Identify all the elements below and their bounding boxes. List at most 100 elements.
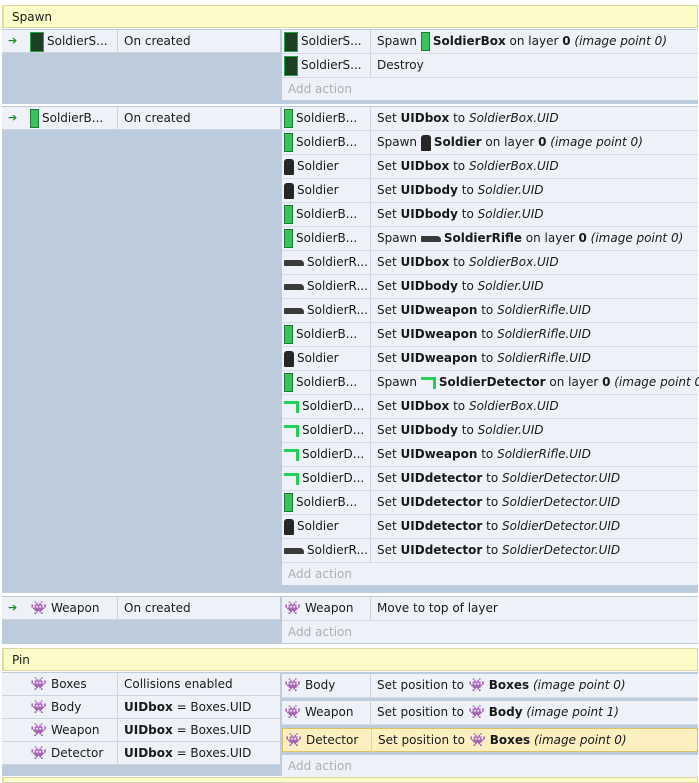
text-part: UIDbox [124,723,173,737]
action-row[interactable]: SoldierD... Set UIDbody to Soldier.UID [282,419,698,443]
add-action-link[interactable]: Add action [282,621,698,643]
condition-row[interactable]: 👾 Boxes Collisions enabled [2,673,280,696]
action-row[interactable]: SoldierR... Set UIDdetector to SoldierDet… [282,539,698,563]
action-row[interactable]: SoldierD... Set UIDweapon to SoldierRifle… [282,443,698,467]
object-label: Soldier [297,519,339,533]
action-row[interactable]: SoldierB... Spawn Soldier on layer 0 (ima… [282,131,698,155]
action-row[interactable]: SoldierB... Set UIDdetector to SoldierDet… [282,491,698,515]
condition-row[interactable]: ➔ SoldierS... On created [2,30,280,53]
text-part: Soldier.UID [477,183,544,197]
column-divider [370,371,371,394]
space-invader-icon: 👾 [30,722,48,738]
action-row[interactable]: SoldierD... Set UIDdetector to SoldierDet… [282,467,698,491]
action-row[interactable]: SoldierD... Set UIDbox to SoldierBox.UID [282,395,698,419]
text-part: Spawn [377,375,421,389]
row-text: Set UIDdetector to SoldierDetector.UID [377,539,620,562]
rifle-icon [284,283,304,290]
text-part: UIDbox [400,111,450,125]
action-row[interactable]: 👾 Detector Set position to 👾 Boxes (image p… [282,728,698,752]
column-divider [371,729,372,752]
action-row[interactable]: Soldier Set UIDdetector to SoldierDetecto… [282,515,698,539]
condition-row[interactable]: 👾 Detector UIDbox = Boxes.UID [2,742,280,765]
soldier-box-icon [284,205,293,224]
condition-row[interactable]: 👾 Body UIDbox = Boxes.UID [2,696,280,719]
action-row[interactable]: SoldierB... Set UIDbox to SoldierBox.UID [282,107,698,131]
column-divider [117,30,118,52]
text-part: SoldierBox.UID [468,399,559,413]
event-indent-pin [2,766,280,776]
group-header-pin[interactable]: Pin [2,648,698,671]
add-action-link[interactable]: Add action [282,563,698,585]
condition-row[interactable]: ➔ 👾 Weapon On created [2,597,280,620]
action-row[interactable]: 👾 Weapon Move to top of layer [282,597,698,621]
condition-row[interactable]: ➔ SoldierB... On created [2,107,280,130]
space-invader-icon: 👾 [284,677,302,693]
action-row[interactable]: SoldierB... Spawn SoldierDetector on laye… [282,371,699,395]
text-part: (image point 0) [586,231,684,245]
action-row[interactable]: SoldierR... Set UIDbody to Soldier.UID [282,275,698,299]
object-label: SoldierB... [296,135,358,149]
action-row[interactable]: 👾 Body Set position to 👾 Boxes (image point… [282,674,698,698]
action-row[interactable]: SoldierB... Spawn SoldierRifle on layer 0… [282,227,698,251]
text-part: UIDbox [400,399,450,413]
detector-icon [284,424,299,437]
object-name: SoldierD... [284,395,369,418]
column-divider [370,203,371,226]
object-name: Soldier [284,515,369,538]
text-part: 0 [578,231,587,245]
column-divider [370,227,371,250]
column-divider [370,467,371,490]
action-row[interactable]: 👾 Weapon Set position to 👾 Body (image poin… [282,701,698,725]
text-part: to [477,447,498,461]
action-row[interactable]: SoldierS... Destroy [282,54,698,78]
event-indent-1 [22,52,280,102]
column-divider [370,539,371,562]
object-label: Body [51,700,82,714]
soldier-spawner-icon [284,31,298,52]
text-part: on layer [505,34,563,48]
object-label: Detector [306,733,359,747]
column-divider [370,395,371,418]
column-divider [370,419,371,442]
add-action-link[interactable]: Add action [282,755,698,777]
group-header-spawn[interactable]: Spawn [2,5,698,28]
text-part: Set position to [377,705,468,719]
action-row[interactable]: Soldier Set UIDbox to SoldierBox.UID [282,155,698,179]
row-text: Set UIDweapon to SoldierRifle.UID [377,443,591,466]
add-action-link[interactable]: Add action [282,78,698,100]
action-row[interactable]: Soldier Set UIDbody to Soldier.UID [282,179,698,203]
object-name: SoldierS... [30,30,116,52]
object-label: Soldier [297,159,339,173]
object-label: SoldierB... [296,375,358,389]
text-part: (image point 0) [570,34,667,48]
row-text: Set UIDbody to Soldier.UID [377,419,543,442]
text-part: UIDdetector [400,519,483,533]
action-row[interactable]: Soldier Set UIDweapon to SoldierRifle.UID [282,347,698,371]
text-part: to [482,471,503,485]
text-part: Set [377,471,401,485]
action-row[interactable]: SoldierB... Set UIDweapon to SoldierRifle… [282,323,698,347]
trigger-arrow-icon: ➔ [8,111,18,124]
object-name: SoldierR... [284,275,369,298]
column-divider [117,742,118,764]
text-part: to [457,279,478,293]
row-text: Spawn SoldierBox on layer 0 (image point… [377,30,667,53]
space-invader-icon: 👾 [30,600,48,616]
condition-row[interactable]: 👾 Weapon UIDbox = Boxes.UID [2,719,280,742]
text-part: UIDbody [400,423,458,437]
text-part: SoldierRifle.UID [497,303,591,317]
object-label: Soldier [297,183,339,197]
soldier-box-icon [284,229,293,248]
action-row[interactable]: SoldierR... Set UIDbox to SoldierBox.UID [282,251,698,275]
space-invader-icon: 👾 [284,704,302,720]
action-row[interactable]: SoldierB... Set UIDbody to Soldier.UID [282,203,698,227]
object-label: Weapon [305,601,354,615]
object-label: Boxes [51,677,87,691]
action-row[interactable]: SoldierS... Spawn SoldierBox on layer 0 (… [282,30,698,54]
group-title: Pin [12,653,30,667]
action-row[interactable]: SoldierR... Set UIDweapon to SoldierRifle… [282,299,698,323]
soldier-icon [284,518,294,535]
object-label: SoldierR... [307,303,368,317]
object-name: SoldierB... [284,107,369,130]
text-part: 0 [562,34,571,48]
